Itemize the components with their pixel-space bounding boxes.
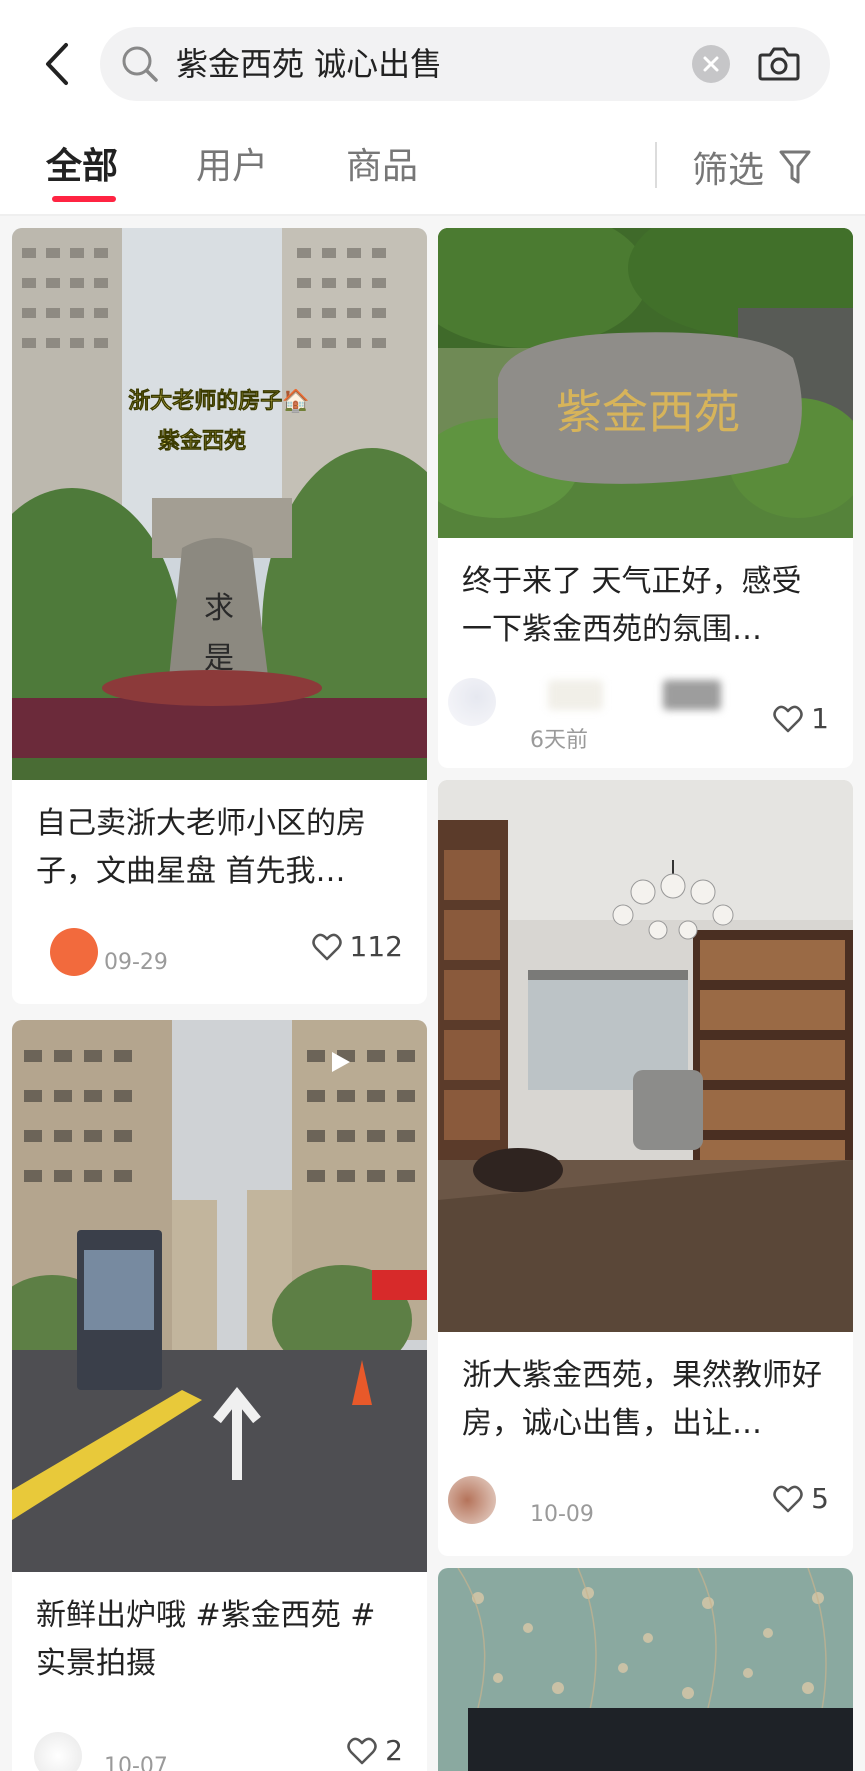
header: 紫金西苑 诚心出售 xyxy=(0,0,865,130)
note-image xyxy=(438,1568,853,1771)
like-count: 5 xyxy=(811,1482,829,1515)
chevron-left-icon xyxy=(46,43,68,85)
like-button[interactable]: 2 xyxy=(347,1734,403,1767)
note-title: 终于来了 天气正好，感受一下紫金西苑的氛围… xyxy=(462,564,802,647)
username-blurred xyxy=(548,680,603,710)
avatar[interactable] xyxy=(34,1732,82,1771)
search-icon xyxy=(122,46,158,82)
camera-icon[interactable] xyxy=(756,41,802,87)
note-card[interactable]: 求 是 浙大老师的房子🏠 紫金西苑 自己卖浙大老师小区的房子，文曲星盘 首先我…… xyxy=(12,228,427,1004)
tab-all[interactable]: 全部 xyxy=(46,140,118,194)
like-button[interactable]: 1 xyxy=(773,702,829,735)
note-card[interactable]: 浙大紫金西苑，果然教师好房，诚心出售，出让… 10-09 5 xyxy=(438,780,853,1556)
note-card[interactable] xyxy=(438,1568,853,1771)
search-bar[interactable]: 紫金西苑 诚心出售 xyxy=(100,27,830,101)
heart-outline-icon xyxy=(773,705,803,732)
note-image xyxy=(12,1020,427,1572)
image-overlay-text: 浙大老师的房子🏠 xyxy=(128,388,309,414)
username-blurred xyxy=(663,680,721,710)
like-count: 112 xyxy=(349,930,403,963)
back-button[interactable] xyxy=(34,36,80,92)
note-title: 自己卖浙大老师小区的房子，文曲星盘 首先我… xyxy=(36,806,366,889)
note-card[interactable]: 新鲜出炉哦 #紫金西苑 #实景拍摄 10-07 2 xyxy=(12,1020,427,1771)
heart-outline-icon xyxy=(347,1737,377,1764)
tab-users[interactable]: 用户 xyxy=(196,140,268,194)
note-card[interactable]: 紫金西苑 终于来了 天气正好，感受一下紫金西苑的氛围… 6天前 1 xyxy=(438,228,853,768)
filter-label: 筛选 xyxy=(692,150,765,191)
note-image: 求 是 浙大老师的房子🏠 紫金西苑 xyxy=(12,228,427,780)
active-tab-indicator xyxy=(52,196,116,202)
svg-text:求: 求 xyxy=(204,591,234,626)
heart-outline-icon xyxy=(311,933,342,960)
avatar[interactable] xyxy=(50,928,98,976)
clear-search-button[interactable] xyxy=(692,45,730,83)
image-overlay-text: 紫金西苑 xyxy=(158,428,246,454)
note-image xyxy=(438,780,853,1332)
tab-bar: 全部 用户 商品 筛选 xyxy=(0,130,865,216)
heart-outline-icon xyxy=(773,1485,803,1512)
avatar[interactable] xyxy=(448,678,496,726)
close-icon xyxy=(703,56,719,72)
note-title: 新鲜出炉哦 #紫金西苑 #实景拍摄 xyxy=(36,1598,376,1681)
note-date: 6天前 xyxy=(530,728,588,753)
note-date: 09-29 xyxy=(104,950,168,975)
tab-products[interactable]: 商品 xyxy=(346,140,418,194)
like-button[interactable]: 112 xyxy=(311,930,403,963)
like-count: 2 xyxy=(385,1734,403,1767)
search-input[interactable]: 紫金西苑 诚心出售 xyxy=(176,27,442,101)
tab-divider xyxy=(655,142,657,188)
note-title: 浙大紫金西苑，果然教师好房，诚心出售，出让… xyxy=(462,1358,822,1441)
note-date: 10-07 xyxy=(104,1754,168,1771)
note-date: 10-09 xyxy=(530,1502,594,1527)
avatar[interactable] xyxy=(448,1476,496,1524)
like-button[interactable]: 5 xyxy=(773,1482,829,1515)
filter-button[interactable]: 筛选 xyxy=(692,140,812,194)
note-image: 紫金西苑 xyxy=(438,228,853,538)
like-count: 1 xyxy=(811,702,829,735)
image-overlay-text: 紫金西苑 xyxy=(556,385,740,439)
search-results-feed: 求 是 浙大老师的房子🏠 紫金西苑 自己卖浙大老师小区的房子，文曲星盘 首先我…… xyxy=(0,216,865,1771)
funnel-icon xyxy=(779,150,811,184)
